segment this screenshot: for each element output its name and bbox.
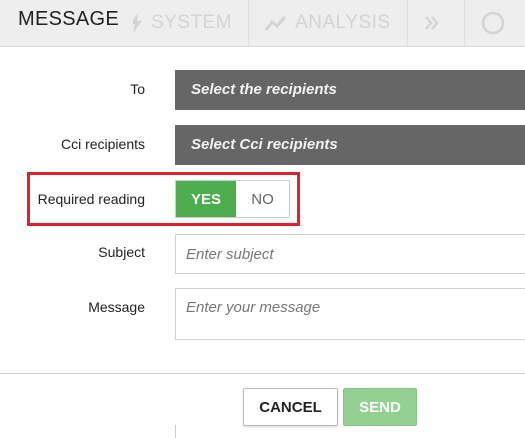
background-nav-item-clock xyxy=(463,0,525,46)
to-label: To xyxy=(130,81,145,97)
cci-label: Cci recipients xyxy=(60,136,145,152)
cancel-button[interactable]: CANCEL xyxy=(243,388,338,426)
message-dialog: MONT SYSTEM ANALYSIS xyxy=(0,0,525,438)
required-reading-toggle[interactable]: YES NO xyxy=(175,180,290,218)
message-label: Message xyxy=(88,299,145,315)
chart-line-icon xyxy=(265,16,287,31)
footer-divider xyxy=(0,373,525,374)
to-recipients-select[interactable]: Select the recipients xyxy=(175,70,525,110)
required-reading-label: Required reading xyxy=(37,191,145,207)
footer-side-divider xyxy=(175,425,176,438)
send-button[interactable]: SEND xyxy=(343,388,417,426)
subject-label: Subject xyxy=(98,244,145,260)
chevron-double-right-icon xyxy=(424,16,439,30)
required-reading-no-option[interactable]: NO xyxy=(236,181,289,217)
subject-input[interactable] xyxy=(175,234,525,274)
message-textarea[interactable] xyxy=(175,288,525,340)
required-reading-yes-option[interactable]: YES xyxy=(176,181,236,217)
dialog-title: MESSAGE xyxy=(0,0,134,46)
clock-icon xyxy=(481,11,504,35)
dialog-header: MONT SYSTEM ANALYSIS xyxy=(0,0,525,47)
cci-recipients-select[interactable]: Select Cci recipients xyxy=(175,125,525,165)
background-nav-item-more xyxy=(406,0,464,46)
background-nav-item-analysis: ANALYSIS xyxy=(248,0,407,46)
